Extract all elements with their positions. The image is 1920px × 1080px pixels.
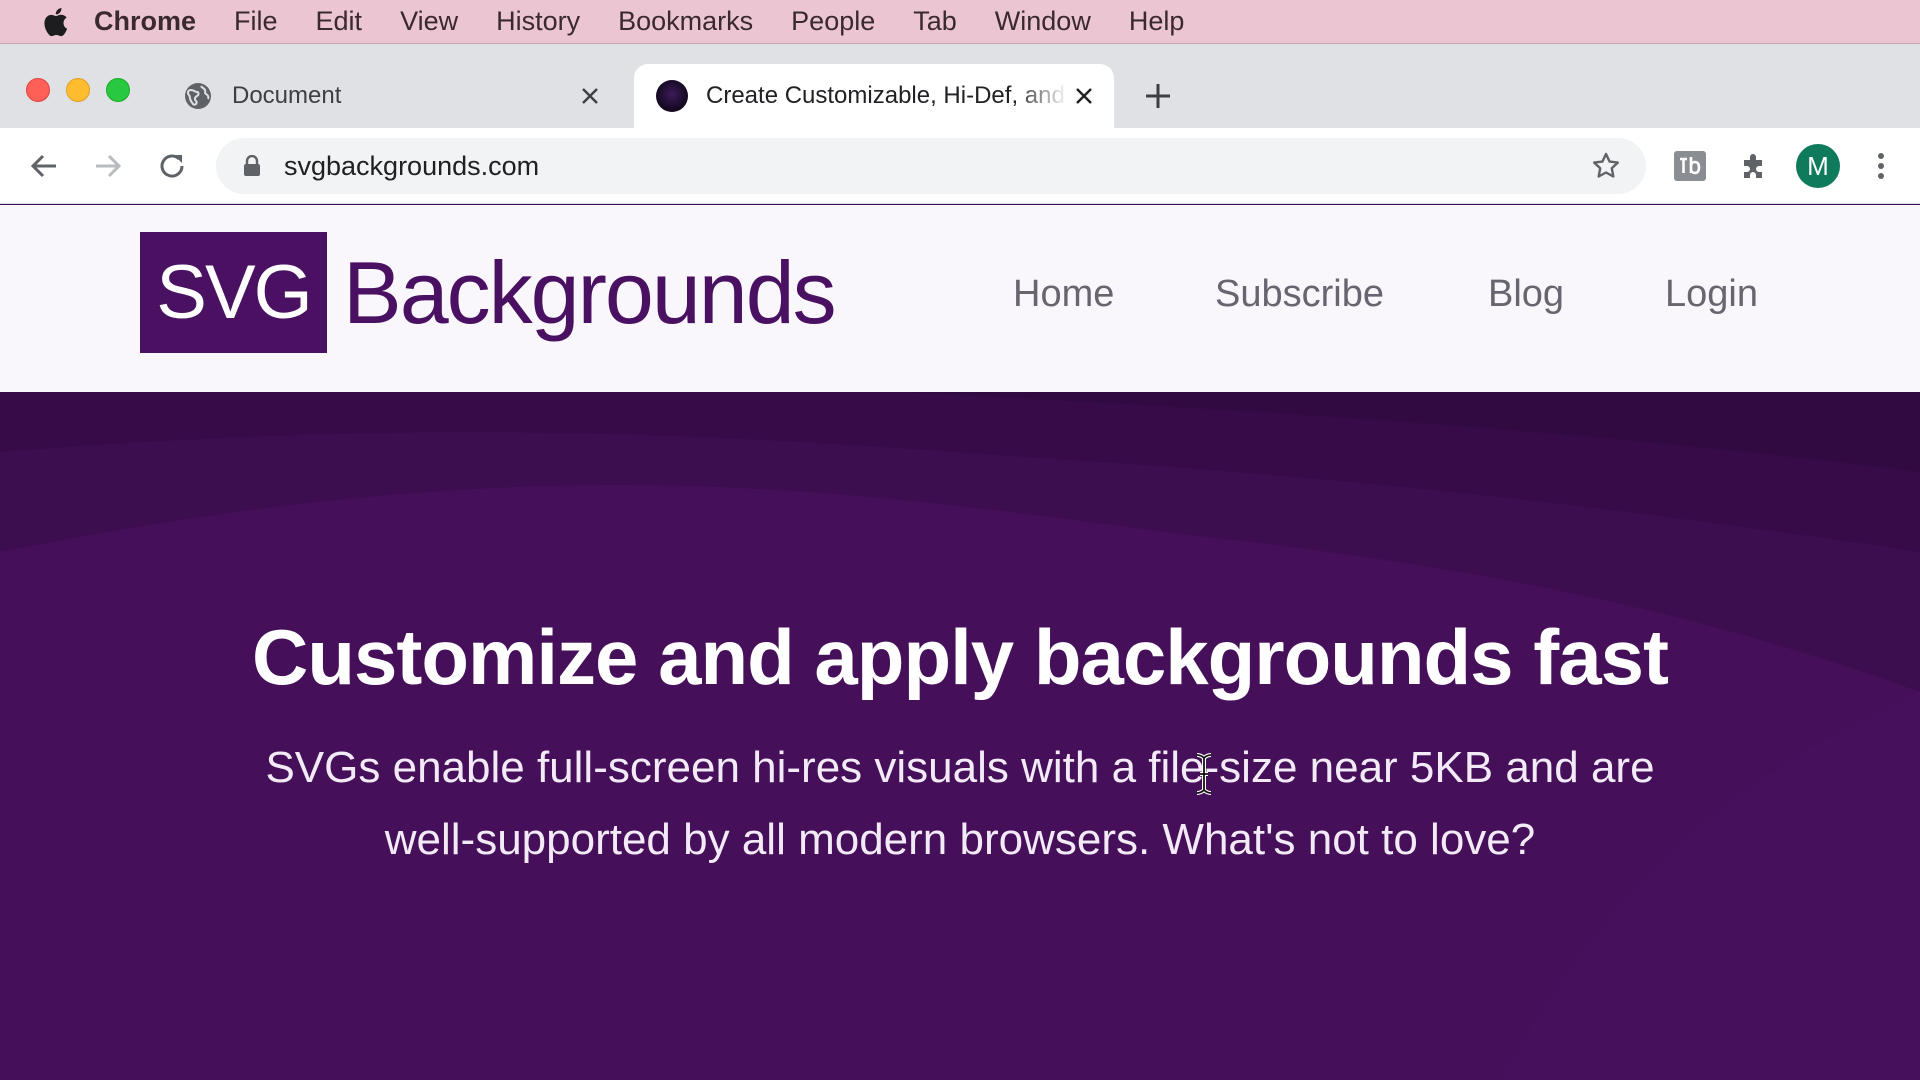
menu-history[interactable]: History — [496, 6, 580, 37]
menu-app-chrome[interactable]: Chrome — [94, 6, 196, 37]
bookmark-star-icon[interactable] — [1588, 148, 1624, 184]
url-text[interactable]: svgbackgrounds.com — [284, 151, 1588, 182]
macos-menu-bar: Chrome File Edit View History Bookmarks … — [0, 0, 1920, 44]
text-cursor-icon — [1196, 753, 1212, 795]
menu-edit[interactable]: Edit — [316, 6, 363, 37]
tab-title-active: Create Customizable, Hi-Def, and Lightwe… — [706, 82, 1068, 109]
tab-title-document: Document — [232, 82, 342, 109]
menu-bookmarks[interactable]: Bookmarks — [618, 6, 753, 37]
extension-tb-icon[interactable] — [1672, 148, 1708, 184]
menu-tab[interactable]: Tab — [913, 6, 957, 37]
close-icon[interactable] — [1068, 80, 1100, 112]
apple-icon[interactable] — [40, 7, 70, 37]
window-close-button[interactable] — [26, 78, 50, 102]
close-icon[interactable] — [574, 80, 606, 112]
reload-icon[interactable] — [152, 146, 192, 186]
site-header: SVG Backgrounds Home Subscribe Blog Logi… — [0, 205, 1920, 392]
menu-people[interactable]: People — [791, 6, 875, 37]
hero-section: Customize and apply backgrounds fast SVG… — [0, 392, 1920, 1080]
hero-subtitle: SVGs enable full-screen hi-res visuals w… — [265, 743, 1655, 864]
window-minimize-button[interactable] — [66, 78, 90, 102]
site-favicon-icon — [656, 80, 688, 112]
nav-login[interactable]: Login — [1665, 273, 1758, 316]
puzzle-extensions-icon[interactable] — [1736, 148, 1772, 184]
hero-title: Customize and apply backgrounds fast — [252, 613, 1669, 701]
lock-icon[interactable] — [240, 154, 264, 178]
tab-svgbackgrounds[interactable]: Create Customizable, Hi-Def, and Lightwe… — [634, 64, 1114, 128]
back-arrow-icon[interactable] — [24, 146, 64, 186]
menu-file[interactable]: File — [234, 6, 278, 37]
menu-view[interactable]: View — [400, 6, 458, 37]
address-bar[interactable]: svgbackgrounds.com — [216, 138, 1646, 194]
tab-document[interactable]: Document — [160, 64, 620, 128]
more-menu-icon[interactable] — [1866, 146, 1896, 186]
nav-home[interactable]: Home — [1013, 273, 1114, 316]
globe-icon — [182, 80, 214, 112]
browser-toolbar: svgbackgrounds.com M — [0, 128, 1920, 204]
logo-text: Backgrounds — [343, 242, 837, 342]
profile-avatar[interactable]: M — [1796, 144, 1840, 188]
new-tab-plus-icon[interactable] — [1140, 78, 1176, 114]
nav-blog[interactable]: Blog — [1488, 273, 1564, 316]
forward-arrow-icon[interactable] — [88, 146, 128, 186]
site-logo[interactable]: SVG Backgrounds — [140, 232, 837, 353]
nav-subscribe[interactable]: Subscribe — [1215, 273, 1384, 316]
window-zoom-button[interactable] — [106, 78, 130, 102]
menu-help[interactable]: Help — [1129, 6, 1185, 37]
logo-box: SVG — [140, 232, 327, 353]
menu-window[interactable]: Window — [995, 6, 1091, 37]
